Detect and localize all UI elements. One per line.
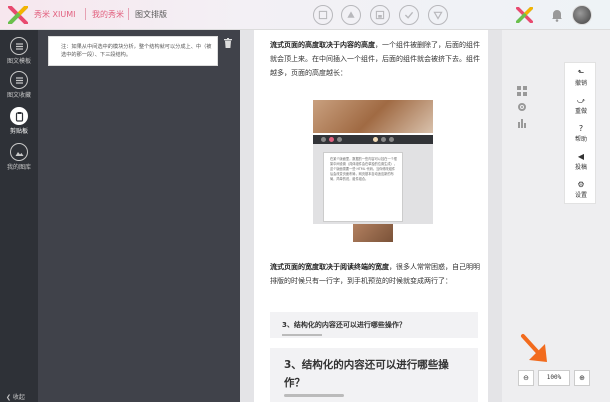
xiumi-logo-icon[interactable] — [8, 6, 28, 24]
divider — [128, 8, 129, 20]
redo-button[interactable]: ⤻ 重做 — [565, 93, 597, 119]
nav-item-favorites[interactable]: 图文收藏 — [0, 68, 38, 104]
list-icon — [10, 71, 28, 89]
annotation-arrow-icon — [521, 334, 547, 362]
help-icon: ? — [578, 124, 584, 133]
tool-panel: ⬑ 撤销 ⤻ 重做 ? 帮助 ◀ 投稿 ⚙ 设置 — [564, 62, 596, 204]
undo-button[interactable]: ⬑ 撤销 — [565, 65, 597, 91]
nav-item-label: 剪贴板 — [9, 128, 28, 135]
bar-chart-icon[interactable] — [517, 118, 527, 128]
settings-button[interactable]: ⚙ 设置 — [565, 177, 597, 203]
nav-item-label: 图文模板 — [6, 58, 31, 65]
xiumi-logo-icon[interactable] — [516, 7, 533, 23]
clipboard-panel: 注：如果从中间选中的模块分析，整个结构就可以分成上、中（被选中的那一段）、下三段… — [38, 30, 240, 402]
redo-label: 重做 — [574, 108, 587, 115]
settings-label: 设置 — [574, 192, 587, 199]
question-text: 3、结构化的内容还可以进行哪些操作？ — [284, 359, 449, 389]
send-icon: ◀ — [577, 152, 585, 161]
zoom-in-button[interactable]: ⊕ — [574, 370, 590, 386]
zoom-level: 100% — [538, 370, 570, 386]
save-icon[interactable] — [370, 5, 390, 25]
nav-item-label: 我的图库 — [6, 164, 31, 171]
undo-icon: ⬑ — [577, 68, 585, 77]
zoom-control: ⊖ 100% ⊕ — [518, 370, 598, 386]
clipboard-card[interactable]: 注：如果从中间选中的模块分析，整个结构就可以分成上、中（被选中的那一段）、下三段… — [48, 36, 218, 66]
photo — [313, 100, 433, 133]
clipboard-card-text: 注：如果从中间选中的模块分析，整个结构就可以分成上、中（被选中的那一段）、下三段… — [61, 44, 212, 58]
article-page[interactable]: 流式页面的高度取决于内容的高度，一个组件被删除了，后面的组件就会顶上来。在中间插… — [254, 30, 488, 402]
submit-label: 投稿 — [574, 164, 587, 171]
paragraph-bold: 流式页面的高度取决于内容的高度 — [270, 41, 375, 49]
copy-icon[interactable] — [341, 5, 361, 25]
submit-button[interactable]: ◀ 投稿 — [565, 149, 597, 175]
triangle-down-icon[interactable] — [428, 5, 448, 25]
help-button[interactable]: ? 帮助 — [565, 121, 597, 147]
paragraph-bold: 流式页面的宽度取决于阅读终端的宽度 — [270, 263, 389, 271]
nav-item-gallery[interactable]: 我的图库 — [0, 140, 38, 176]
paragraph-height[interactable]: 流式页面的高度取决于内容的高度，一个组件被删除了，后面的组件就会顶上来。在中间插… — [270, 38, 480, 80]
question-card-small[interactable]: 3、结构化的内容还可以进行哪些操作？ — [270, 312, 478, 338]
gear-icon[interactable] — [517, 102, 527, 112]
gear-icon: ⚙ — [577, 180, 585, 189]
embedded-screenshot[interactable]: 在某个版面里，数据的一些内容可以挂在一个框架中间设置（具体组件会在单独的位置生成… — [313, 100, 433, 242]
zoom-out-button[interactable]: ⊖ — [518, 370, 534, 386]
editor-canvas: 流式页面的高度取决于内容的高度，一个组件被删除了，后面的组件就会顶上来。在中间插… — [240, 30, 502, 402]
help-label: 帮助 — [574, 136, 587, 143]
nav-item-clipboard[interactable]: 剪贴板 — [0, 104, 38, 140]
breadcrumb-my-xiumi[interactable]: 我的秀米 — [92, 9, 124, 20]
question-card-large[interactable]: 3、结构化的内容还可以进行哪些操作？ — [270, 348, 478, 402]
nav-item-templates[interactable]: 图文模板 — [0, 34, 38, 70]
divider — [85, 8, 86, 20]
image-icon — [10, 143, 28, 161]
breadcrumb-layout: 图文排版 — [135, 10, 167, 19]
clipboard-icon — [10, 107, 28, 125]
question-text: 3、结构化的内容还可以进行哪些操作？ — [282, 321, 406, 329]
nav-item-label: 图文收藏 — [6, 92, 31, 99]
redo-icon: ⤻ — [576, 96, 586, 105]
underline — [282, 334, 322, 336]
left-nav: 图文模板 图文收藏 剪贴板 我的图库 ❮ 收起 — [0, 30, 38, 402]
list-icon — [10, 37, 28, 55]
avatar[interactable] — [572, 5, 592, 25]
embedded-toolbar — [313, 135, 433, 144]
grid-icon[interactable] — [517, 86, 527, 96]
underline — [284, 394, 344, 397]
paragraph-width[interactable]: 流式页面的宽度取决于阅读终端的宽度，很多人常常困惑，自己明明排版的时候只有一行字… — [270, 260, 480, 288]
photo — [353, 224, 393, 242]
trash-icon[interactable] — [224, 38, 232, 48]
top-bar: 秀米 XIUMI 我的秀米 图文排版 — [0, 0, 610, 30]
undo-label: 撤销 — [574, 80, 587, 87]
embedded-document-text: 在某个版面里，数据的一些内容可以挂在一个框架中间设置（具体组件会在单独的位置生成… — [330, 157, 397, 181]
brand-name[interactable]: 秀米 XIUMI — [34, 9, 76, 20]
embedded-document: 在某个版面里，数据的一些内容可以挂在一个框架中间设置（具体组件会在单独的位置生成… — [323, 152, 403, 222]
bell-icon[interactable] — [550, 8, 564, 22]
collapse-button[interactable]: ❮ 收起 — [6, 392, 25, 401]
check-icon[interactable] — [399, 5, 419, 25]
preview-icon[interactable] — [313, 5, 333, 25]
